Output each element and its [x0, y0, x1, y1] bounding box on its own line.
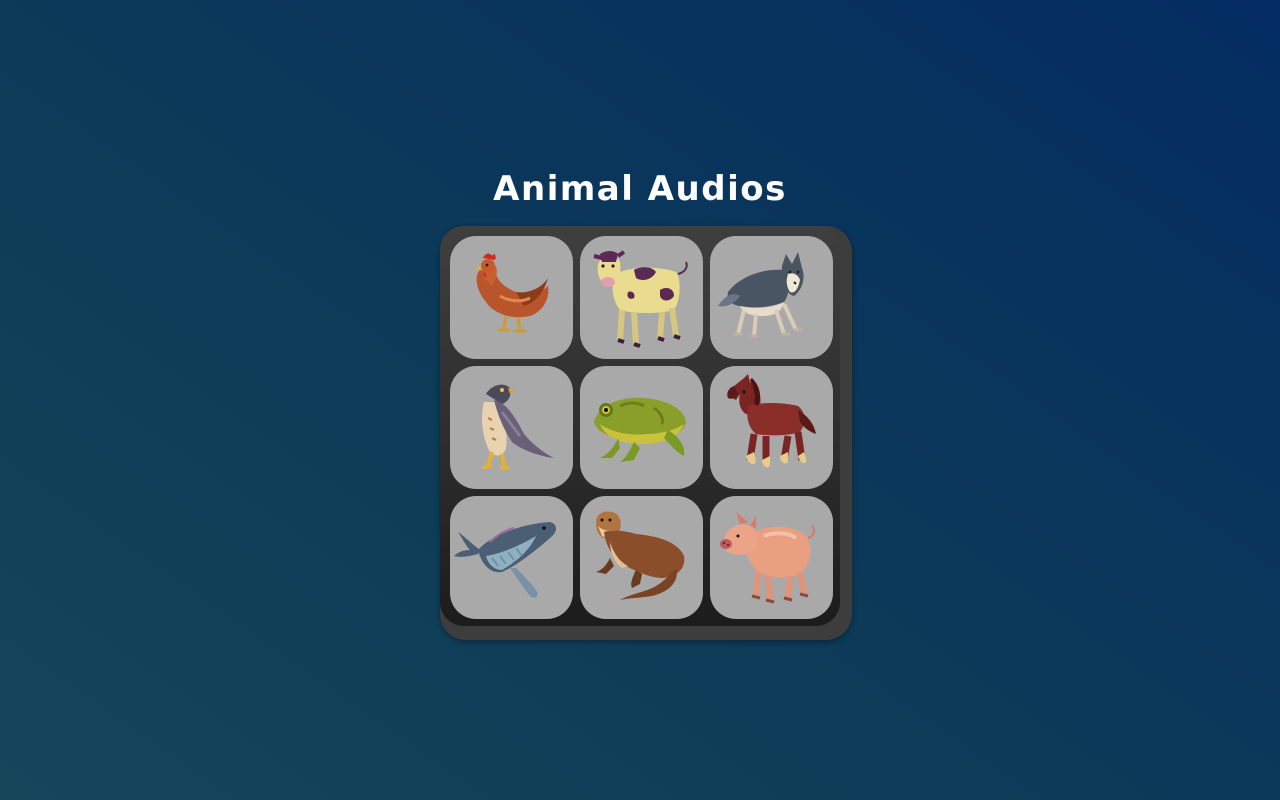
page-title: Animal Audios: [493, 169, 787, 209]
chicken-icon: [475, 253, 549, 333]
tile-cow[interactable]: [580, 236, 703, 359]
pig-icon: [720, 512, 816, 604]
tile-frog[interactable]: [580, 366, 703, 489]
hawk-icon: [481, 384, 554, 470]
cow-icon: [593, 250, 688, 348]
tile-otter[interactable]: [580, 496, 703, 619]
tile-whale[interactable]: [450, 496, 573, 619]
tile-chicken[interactable]: [450, 236, 573, 359]
tile-horse[interactable]: [710, 366, 833, 489]
horse-icon: [727, 374, 816, 468]
otter-icon: [596, 511, 685, 600]
tile-pig[interactable]: [710, 496, 833, 619]
tile-wolf[interactable]: [710, 236, 833, 359]
animal-grid: [440, 226, 840, 626]
frog-icon: [594, 397, 686, 462]
animal-board: [440, 226, 852, 640]
whale-icon: [454, 522, 556, 598]
wolf-icon: [718, 252, 804, 338]
tile-hawk[interactable]: [450, 366, 573, 489]
